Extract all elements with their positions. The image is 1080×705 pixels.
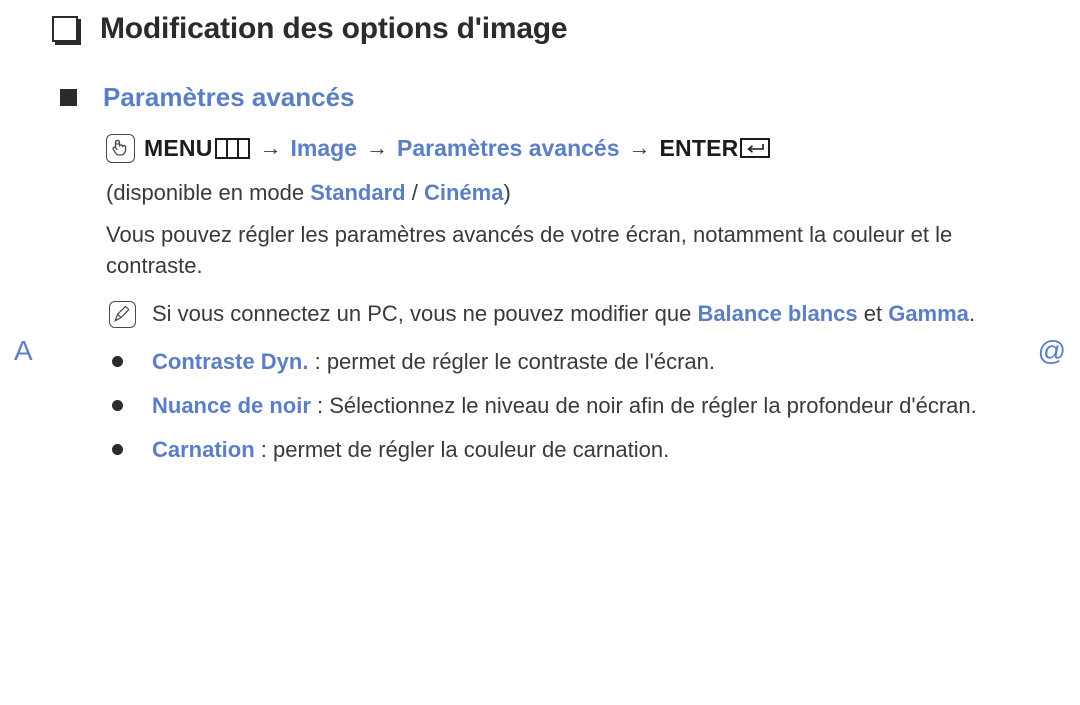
section-square-icon [60,89,77,106]
list-item-text: Nuance de noir : Sélectionnez le niveau … [152,389,977,422]
edge-marker-right: @ [1037,335,1066,366]
availability-separator: / [405,180,424,205]
list-item-term: Carnation [152,436,255,462]
intro-paragraph: Vous pouvez régler les paramètres avancé… [106,221,953,278]
note-text: Si vous connectez un PC, vous ne pouvez … [152,297,975,330]
enter-return-icon [740,138,771,158]
note-highlight-balance: Balance blancs [697,300,858,326]
document-page: A @ Modification des options d'image Par… [0,0,1080,705]
content-body: MENU → Image → Paramètres avancés → ENTE… [106,128,1036,466]
section-heading: Paramètres avancés [60,82,355,113]
bullet-dot-icon [112,443,123,455]
menu-label: MENU [144,134,213,161]
list-item: Carnation : permet de régler la couleur … [106,433,1026,466]
path-arrow-1: → [259,135,282,160]
list-item: Nuance de noir : Sélectionnez le niveau … [106,389,1026,422]
path-step-advanced: Paramètres avancés [397,134,620,161]
page-title: Modification des options d'image [52,12,568,46]
availability-mode-cinema: Cinéma [423,180,504,205]
note-text-after: . [968,300,976,326]
section-heading-text: Paramètres avancés [103,82,355,112]
note-text-middle: et [857,300,889,326]
availability-mode-standard: Standard [310,180,406,205]
list-item-description: : permet de régler la couleur de carnati… [254,436,670,462]
availability-line: (disponible en mode Standard / Cinéma) [106,179,1036,207]
list-item: Contraste Dyn. : permet de régler le con… [106,345,1026,378]
note-highlight-gamma: Gamma [888,300,969,326]
touch-hand-icon [106,133,135,163]
list-item-text: Carnation : permet de régler la couleur … [152,433,669,466]
enter-label: ENTER [659,134,739,161]
note-pencil-icon [109,300,136,328]
path-step-image: Image [290,134,358,161]
note-text-before: Si vous connectez un PC, vous ne pouvez … [152,300,698,326]
path-arrow-2: → [366,135,389,160]
settings-list: Contraste Dyn. : permet de régler le con… [106,345,1036,466]
list-item-term: Contraste Dyn. [152,348,309,374]
availability-suffix: ) [503,180,511,205]
list-item-term: Nuance de noir [152,392,311,418]
availability-prefix: (disponible en mode [106,180,311,205]
note-block: Si vous connectez un PC, vous ne pouvez … [106,297,1018,330]
title-square-icon [52,16,78,42]
menu-path: MENU → Image → Paramètres avancés → ENTE… [106,128,1036,168]
menu-bars-icon [214,137,250,159]
edge-marker-left: A [14,335,33,366]
bullet-dot-icon [112,399,123,411]
list-item-description: : permet de régler le contraste de l'écr… [308,348,716,374]
page-title-text: Modification des options d'image [100,12,568,45]
list-item-description: : Sélectionnez le niveau de noir afin de… [310,392,977,418]
bullet-dot-icon [112,355,123,367]
path-arrow-3: → [628,135,651,160]
list-item-text: Contraste Dyn. : permet de régler le con… [152,345,715,378]
